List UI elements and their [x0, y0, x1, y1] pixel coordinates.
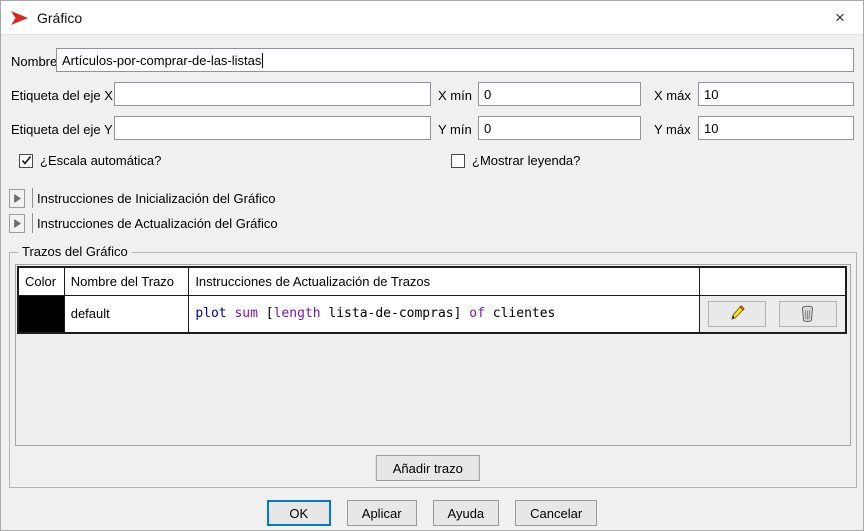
pen-name-cell[interactable]: default: [64, 295, 189, 333]
window-title: Gráfico: [37, 10, 82, 26]
netlogo-icon: [11, 10, 29, 26]
title-bar: Gráfico ×: [1, 1, 863, 35]
pens-groupbox-title: Trazos del Gráfico: [18, 244, 132, 259]
name-label: Nombre: [11, 54, 57, 69]
close-icon: ×: [835, 8, 845, 28]
autoscale-checkbox[interactable]: [19, 154, 33, 168]
cancel-button[interactable]: Cancelar: [515, 500, 597, 526]
plot-dialog-window: Gráfico × Nombre Artículos-por-comprar-d…: [0, 0, 864, 531]
setup-section-expander[interactable]: [9, 189, 25, 208]
y-min-input[interactable]: [478, 116, 641, 140]
close-button[interactable]: ×: [817, 1, 863, 34]
pens-groupbox: Trazos del Gráfico Color Nombre del Traz…: [9, 252, 857, 488]
x-max-label: X máx: [654, 88, 691, 103]
x-min-label: X mín: [438, 88, 472, 103]
text-caret: [262, 53, 263, 68]
x-min-input[interactable]: [478, 82, 641, 106]
delete-pen-button[interactable]: [779, 301, 837, 327]
column-header-name: Nombre del Trazo: [64, 267, 189, 295]
name-input[interactable]: Artículos-por-comprar-de-las-listas: [56, 48, 854, 72]
section-divider: [32, 213, 33, 233]
pen-code[interactable]: plot sum [length lista-de-compras] of cl…: [189, 295, 699, 333]
trash-icon: [800, 305, 815, 322]
y-axis-label-label: Etiqueta del eje Y: [11, 122, 113, 137]
pens-scroll-pane: Color Nombre del Trazo Instrucciones de …: [15, 264, 851, 446]
y-max-label: Y máx: [654, 122, 691, 137]
y-axis-label-input[interactable]: [114, 116, 431, 140]
x-axis-label-label: Etiqueta del eje X: [11, 88, 113, 103]
autoscale-checkbox-label: ¿Escala automática?: [40, 153, 161, 168]
name-input-value: Artículos-por-comprar-de-las-listas: [62, 53, 261, 68]
add-pen-button[interactable]: Añadir trazo: [376, 455, 480, 481]
show-legend-checkbox[interactable]: [451, 154, 465, 168]
check-icon: [21, 155, 32, 166]
dialog-footer: OK Aplicar Ayuda Cancelar: [1, 500, 863, 526]
chevron-right-icon: [14, 194, 21, 203]
pen-actions-cell: [699, 295, 846, 333]
pens-table-header-row: Color Nombre del Trazo Instrucciones de …: [18, 267, 846, 295]
y-max-input[interactable]: [698, 116, 854, 140]
update-section-label: Instrucciones de Actualización del Gráfi…: [37, 216, 278, 231]
chevron-right-icon: [14, 219, 21, 228]
apply-button[interactable]: Aplicar: [347, 500, 417, 526]
pen-color-cell[interactable]: [18, 295, 64, 333]
edit-pen-button[interactable]: [708, 301, 766, 327]
x-max-input[interactable]: [698, 82, 854, 106]
show-legend-checkbox-label: ¿Mostrar leyenda?: [472, 153, 580, 168]
setup-section-label: Instrucciones de Inicialización del Gráf…: [37, 191, 275, 206]
column-header-code: Instrucciones de Actualización de Trazos: [189, 267, 699, 295]
pen-color-swatch[interactable]: [19, 296, 64, 332]
column-header-color: Color: [18, 267, 64, 295]
pencil-icon: [729, 305, 745, 322]
pen-row: default plot sum [length lista-de-compra…: [18, 295, 846, 333]
x-axis-label-input[interactable]: [114, 82, 431, 106]
ok-button[interactable]: OK: [267, 500, 331, 526]
help-button[interactable]: Ayuda: [433, 500, 500, 526]
column-header-actions: [699, 267, 846, 295]
update-section-expander[interactable]: [9, 214, 25, 233]
y-min-label: Y mín: [438, 122, 472, 137]
section-divider: [32, 188, 33, 208]
pens-table: Color Nombre del Trazo Instrucciones de …: [17, 266, 847, 334]
